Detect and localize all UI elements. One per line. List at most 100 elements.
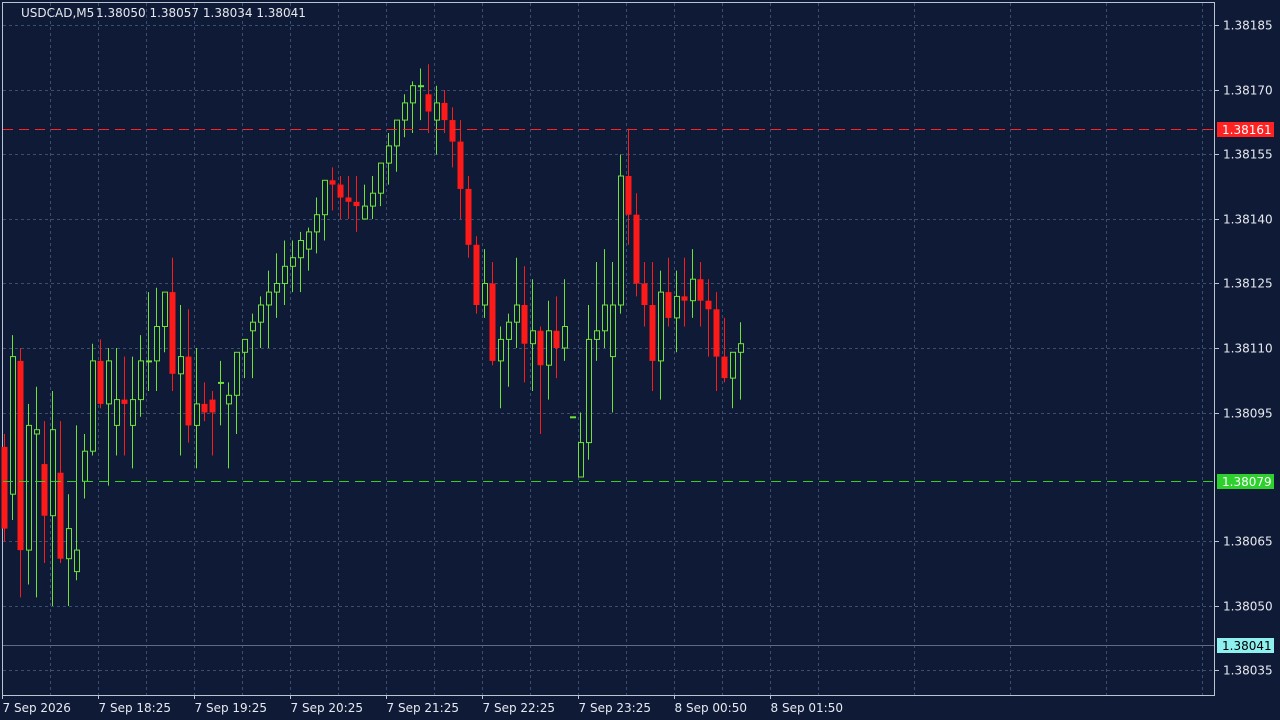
candle-body	[553, 330, 560, 348]
candle-body	[90, 360, 96, 452]
last-price-label: 1.38041	[1222, 639, 1272, 653]
candle-body	[10, 356, 16, 495]
candle-body	[633, 214, 640, 284]
candle-body	[625, 176, 632, 215]
candle-body	[618, 175, 624, 306]
candle-body	[697, 279, 704, 301]
candle-body	[106, 360, 112, 405]
candle-body	[546, 330, 552, 366]
candle-body	[306, 231, 312, 250]
candle-body	[146, 360, 152, 363]
candle-body	[1, 446, 8, 529]
candle-body	[97, 360, 104, 404]
candle-body	[457, 141, 464, 189]
candle-body	[66, 528, 72, 560]
x-tick-label: 7 Sep 21:25	[387, 701, 459, 715]
candle-body	[658, 291, 664, 362]
candle-body	[362, 205, 368, 220]
y-tick-label: 1.38065	[1223, 535, 1273, 549]
candle-body	[410, 85, 416, 104]
candle-body	[162, 291, 168, 328]
candle-body	[130, 399, 136, 426]
candle-body	[114, 399, 120, 426]
candle-body	[674, 295, 680, 319]
candle-body	[641, 283, 648, 305]
bid-price-label: 1.38079	[1222, 475, 1272, 489]
candle-body	[322, 179, 328, 216]
candle-body	[721, 356, 728, 379]
x-tick-label: 7 Sep 2026	[3, 701, 71, 715]
candle	[90, 343, 96, 456]
candle-body	[154, 326, 160, 362]
candle-body	[705, 300, 712, 310]
candle-body	[386, 145, 392, 164]
candle-body	[250, 321, 256, 332]
chart-background	[0, 0, 1280, 720]
candle	[618, 154, 624, 314]
candle-body	[41, 464, 48, 516]
candle	[570, 416, 576, 419]
candle-body	[610, 304, 616, 358]
candle-body	[738, 343, 744, 353]
candle-body	[681, 296, 688, 301]
candle-body	[370, 192, 376, 207]
y-tick-label: 1.38185	[1223, 19, 1273, 33]
candle	[473, 236, 480, 314]
candle-body	[665, 292, 672, 318]
candle-body	[402, 102, 408, 121]
candle-body	[50, 429, 56, 517]
y-tick-label: 1.38095	[1223, 407, 1273, 421]
candle-body	[690, 278, 696, 302]
candle-body	[26, 424, 32, 551]
candle-body	[178, 356, 184, 375]
candle-body	[521, 305, 528, 344]
candle-body	[562, 326, 568, 349]
candle-body	[242, 338, 248, 353]
y-tick-label: 1.38125	[1223, 277, 1273, 291]
candle-body	[473, 244, 480, 305]
candle-body	[418, 85, 424, 88]
candle-body	[121, 399, 128, 404]
candle-body	[34, 429, 40, 435]
candle-body	[258, 304, 264, 323]
candle-body	[169, 292, 176, 374]
candle-body	[298, 240, 304, 259]
candle-body	[594, 330, 600, 340]
candle-body	[194, 403, 200, 426]
ohlc-values: 1.38050 1.38057 1.38034 1.38041	[96, 6, 306, 20]
candle-body	[537, 330, 544, 366]
candle-body	[514, 304, 520, 323]
y-tick-label: 1.38110	[1223, 342, 1273, 356]
candle-body	[441, 102, 448, 121]
candle-body	[314, 214, 320, 233]
candle-body	[17, 360, 24, 551]
ask-price-label: 1.38161	[1222, 123, 1272, 137]
candle-body	[649, 305, 656, 361]
candle-body	[329, 180, 336, 185]
candle-body	[506, 321, 512, 340]
candle-body	[602, 304, 608, 332]
x-tick-label: 7 Sep 20:25	[291, 701, 363, 715]
x-tick-label: 8 Sep 00:50	[675, 701, 747, 715]
candle-body	[266, 291, 272, 306]
candle	[1, 434, 8, 542]
candle-body	[74, 549, 80, 573]
candle-body	[449, 120, 456, 142]
candle-body	[465, 188, 472, 245]
candle-body	[57, 472, 64, 559]
candle-body	[209, 399, 216, 413]
x-tick-label: 7 Sep 23:25	[579, 701, 651, 715]
candle-body	[337, 184, 344, 198]
candle-body	[730, 351, 736, 379]
candle-body	[185, 356, 192, 426]
candle-body	[498, 338, 504, 362]
x-tick-label: 8 Sep 01:50	[771, 701, 843, 715]
y-tick-label: 1.38035	[1223, 664, 1273, 678]
candle-body	[282, 265, 288, 284]
candle-body	[218, 381, 224, 384]
y-tick-label: 1.38050	[1223, 600, 1273, 614]
y-tick-label: 1.38140	[1223, 213, 1273, 227]
price-chart[interactable]: 1.38161 1.38079 1.38041 1.38185 1.38170 1.38…	[0, 0, 1280, 720]
y-tick-label: 1.38170	[1223, 84, 1273, 98]
candle	[10, 335, 16, 520]
